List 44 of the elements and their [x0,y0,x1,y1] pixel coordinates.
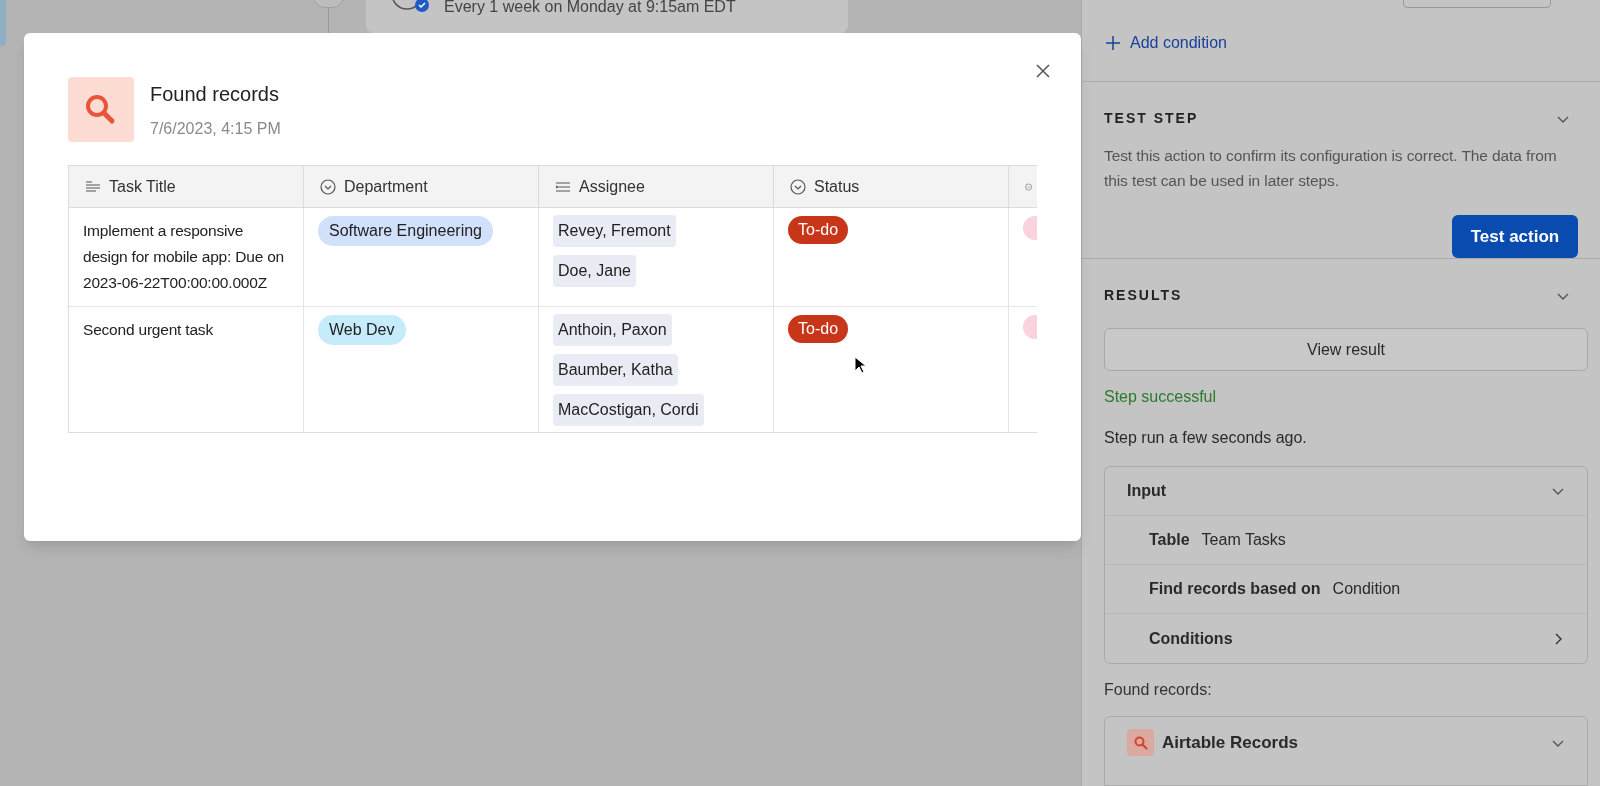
field-label: Find records based on [1149,579,1321,599]
table-cell-text: Second urgent task [83,320,214,340]
section-heading: TEST STEP [1104,109,1199,128]
column-label: Status [814,176,860,197]
search-icon [1127,729,1154,756]
circle-chevron-icon [790,178,806,195]
status-tag: To-do [788,216,849,244]
status-tag: To-do [788,315,849,343]
sidebar-edge [0,0,6,46]
input-header[interactable]: Input [1105,467,1587,516]
dialog-title: Found records [150,81,280,107]
text-lines-icon [85,179,101,194]
item-title: Airtable Records [1162,731,1299,754]
assignee-tag: Revey, Fremont [553,215,676,247]
column-label: Assignee [579,176,645,197]
assignee-tag: Doe, Jane [553,255,636,287]
add-condition-button[interactable]: Add condition [1104,31,1227,55]
run-time-text: Step run a few seconds ago. [1104,428,1308,448]
found-records-label: Found records: [1104,680,1213,700]
department-tag: Software Engineering [318,216,493,246]
section-heading: RESULTS [1104,286,1183,305]
airtable-records-item[interactable]: Airtable Records [1104,716,1588,786]
table-cell-text: Implement a responsive design for mobile app: Due on 2023-06-22T00:00:00.000Z [83,221,285,293]
column-label: Task Title [109,176,176,197]
success-message: Step successful [1104,387,1218,407]
view-result-button[interactable]: View result [1104,328,1588,371]
test-action-button[interactable]: Test action [1452,215,1578,258]
conditions-row[interactable]: Conditions [1105,614,1587,663]
circle-chevron-icon [320,178,336,195]
assignee-tag: Anthoin, Paxon [553,314,672,346]
search-icon [68,77,134,142]
list-lines-icon [555,179,571,194]
schedule-text: Every 1 week on Monday at 9:15am EDT [444,0,736,15]
field-value: Condition [1332,579,1401,599]
assignee-tag: MacCostigan, Cordi [553,394,704,426]
mouse-pointer-icon [854,356,866,374]
plus-icon [1104,34,1122,52]
department-tag: Web Dev [318,315,406,345]
field-value: Team Tasks [1201,530,1286,550]
column-label: Department [344,176,428,197]
field-label: Table [1149,530,1190,550]
assignee-tag: Baumber, Katha [553,354,678,386]
test-step-description: Test this action to confirm its configuration is correct. The data from this test can be used in later steps. [1104,146,1558,191]
timestamp: 7/6/2023, 4:15 PM [150,118,281,139]
